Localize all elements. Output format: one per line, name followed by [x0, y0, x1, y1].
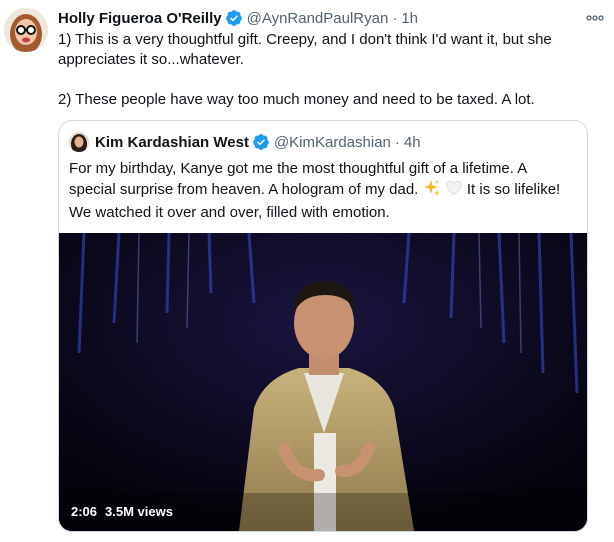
quoted-author-handle[interactable]: @KimKardashian [274, 134, 391, 151]
video-views: 3.5M views [105, 504, 173, 519]
quoted-tweet[interactable]: Kim Kardashian West @KimKardashian · 4h … [58, 120, 588, 532]
quoted-author-avatar[interactable] [69, 132, 89, 152]
video-player[interactable]: 2:06 3.5M views [59, 233, 587, 531]
author-avatar[interactable] [4, 8, 48, 52]
quoted-tweet-timestamp[interactable]: 4h [404, 134, 421, 151]
separator: · [392, 9, 398, 27]
tweet-text: 1) This is a very thoughtful gift. Creep… [58, 30, 598, 110]
author-handle[interactable]: @AynRandPaulRyan [247, 10, 389, 27]
white-heart-icon [445, 179, 463, 203]
quoted-tweet-header: Kim Kardashian West @KimKardashian · 4h [69, 131, 577, 153]
tweet[interactable]: Holly Figueroa O'Reilly @AynRandPaulRyan… [0, 0, 614, 542]
more-horizontal-icon[interactable] [584, 9, 606, 27]
tweet-timestamp[interactable]: 1h [401, 10, 418, 27]
author-name[interactable]: Holly Figueroa O'Reilly [58, 10, 222, 27]
quoted-author-name[interactable]: Kim Kardashian West [95, 134, 249, 151]
video-thumbnail [59, 233, 587, 531]
tweet-paragraph-1: 1) This is a very thoughtful gift. Creep… [58, 31, 552, 68]
separator: · [394, 133, 400, 151]
verified-badge-icon [252, 133, 270, 151]
video-meta: 2:06 3.5M views [71, 504, 173, 519]
quoted-tweet-text: For my birthday, Kanye got me the most t… [69, 159, 575, 223]
video-duration: 2:06 [71, 504, 98, 519]
tweet-paragraph-2: 2) These people have way too much money … [58, 91, 535, 108]
verified-badge-icon [225, 9, 243, 27]
sparkles-icon [423, 179, 441, 203]
tweet-header: Holly Figueroa O'Reilly @AynRandPaulRyan… [58, 7, 606, 29]
